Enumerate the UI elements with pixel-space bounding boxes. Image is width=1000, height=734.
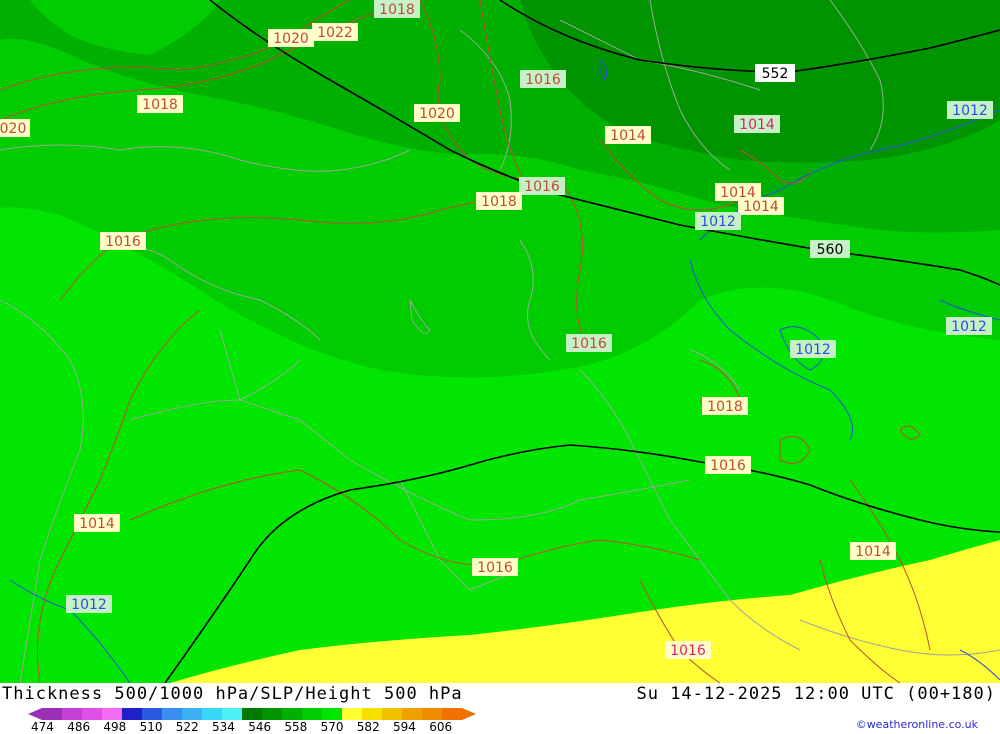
scale-swatch xyxy=(382,708,402,720)
svg-text:1018: 1018 xyxy=(379,2,415,18)
svg-text:1012: 1012 xyxy=(71,597,107,613)
scale-arrow-right xyxy=(462,708,476,720)
scale-label: 474 xyxy=(31,720,54,734)
svg-text:1016: 1016 xyxy=(105,234,141,250)
scale-label: 594 xyxy=(393,720,416,734)
scale-label: 486 xyxy=(67,720,91,734)
svg-text:1016: 1016 xyxy=(670,643,706,659)
svg-text:1012: 1012 xyxy=(951,319,987,335)
svg-text:1018: 1018 xyxy=(142,97,178,113)
svg-text:1018: 1018 xyxy=(481,194,517,210)
forecast-datetime: Su 14-12-2025 12:00 UTC (00+180) xyxy=(636,684,996,704)
slp-label: 1022 xyxy=(312,23,358,41)
weather-map: 1018 1020 1022 1016 1018 1020 020 1014 1… xyxy=(0,0,1000,684)
scale-swatch xyxy=(102,708,122,720)
svg-text:1018: 1018 xyxy=(707,399,743,415)
svg-text:1022: 1022 xyxy=(317,25,353,41)
scale-swatch xyxy=(222,708,242,720)
svg-text:1012: 1012 xyxy=(952,103,988,119)
scale-swatch xyxy=(362,708,382,720)
slp-label: 1018 xyxy=(476,192,522,210)
credit-link[interactable]: ©weatheronline.co.uk xyxy=(856,718,978,731)
svg-text:020: 020 xyxy=(0,121,26,137)
slp-label: 1014 xyxy=(74,514,120,532)
svg-text:1016: 1016 xyxy=(710,458,746,474)
scale-label: 498 xyxy=(103,720,127,734)
height-label: 552 xyxy=(755,64,795,82)
height-label: 560 xyxy=(810,240,850,258)
scale-label: 534 xyxy=(212,720,235,734)
scale-swatch xyxy=(442,708,462,720)
scale-swatch xyxy=(42,708,62,720)
scale-arrow-left xyxy=(28,708,42,720)
svg-text:1016: 1016 xyxy=(524,179,560,195)
slp-label: 1018 xyxy=(137,95,183,113)
scale-swatch xyxy=(322,708,342,720)
slp-low-label: 1012 xyxy=(946,317,992,335)
svg-text:1012: 1012 xyxy=(795,342,831,358)
svg-text:1014: 1014 xyxy=(79,516,115,532)
scale-swatch xyxy=(62,708,82,720)
svg-text:1014: 1014 xyxy=(743,199,779,215)
scale-swatch xyxy=(82,708,102,720)
slp-label: 1016 xyxy=(519,177,565,195)
scale-swatch xyxy=(262,708,282,720)
slp-label: 1016 xyxy=(100,232,146,250)
slp-label: 1016 xyxy=(705,456,751,474)
slp-label: 1016 xyxy=(665,641,711,659)
slp-low-label: 1012 xyxy=(947,101,993,119)
slp-label: 1016 xyxy=(520,70,566,88)
scale-swatch xyxy=(302,708,322,720)
scale-swatch xyxy=(182,708,202,720)
svg-text:1020: 1020 xyxy=(273,31,309,47)
scale-swatch xyxy=(162,708,182,720)
scale-swatch xyxy=(202,708,222,720)
slp-label: 1016 xyxy=(566,334,612,352)
slp-low-label: 1012 xyxy=(66,595,112,613)
svg-text:1016: 1016 xyxy=(571,336,607,352)
svg-text:560: 560 xyxy=(817,242,844,258)
scale-label: 570 xyxy=(320,720,344,734)
scale-label: 522 xyxy=(175,720,199,734)
slp-label: 1018 xyxy=(374,0,420,18)
slp-low-label: 1012 xyxy=(695,212,741,230)
map-canvas: 1018 1020 1022 1016 1018 1020 020 1014 1… xyxy=(0,0,1000,684)
slp-label: 020 xyxy=(0,119,30,137)
scale-swatch xyxy=(282,708,302,720)
scale-swatch xyxy=(242,708,262,720)
slp-label: 1014 xyxy=(605,126,651,144)
svg-text:1020: 1020 xyxy=(419,106,455,122)
svg-text:552: 552 xyxy=(762,66,789,82)
scale-swatch xyxy=(402,708,422,720)
svg-text:1012: 1012 xyxy=(700,214,736,230)
scale-swatch xyxy=(422,708,442,720)
scale-swatch xyxy=(142,708,162,720)
scale-swatch xyxy=(342,708,362,720)
slp-label: 1014 xyxy=(738,197,784,215)
slp-label: 1014 xyxy=(850,542,896,560)
svg-text:1014: 1014 xyxy=(610,128,646,144)
scale-label: 582 xyxy=(356,720,380,734)
svg-text:1014: 1014 xyxy=(739,117,775,133)
slp-label: 1020 xyxy=(414,104,460,122)
scale-label: 606 xyxy=(429,720,453,734)
svg-text:1014: 1014 xyxy=(855,544,891,560)
slp-label: 1014 xyxy=(734,115,780,133)
svg-text:1016: 1016 xyxy=(525,72,561,88)
map-title: Thickness 500/1000 hPa/SLP/Height 500 hP… xyxy=(2,684,463,704)
scale-label: 510 xyxy=(139,720,163,734)
slp-label: 1016 xyxy=(472,558,518,576)
scale-swatch xyxy=(122,708,142,720)
footer: Thickness 500/1000 hPa/SLP/Height 500 hP… xyxy=(0,683,1000,734)
slp-label: 1020 xyxy=(268,29,314,47)
scale-label: 546 xyxy=(248,720,272,734)
slp-label: 1018 xyxy=(702,397,748,415)
scale-label: 558 xyxy=(284,720,308,734)
svg-text:1016: 1016 xyxy=(477,560,513,576)
slp-low-label: 1012 xyxy=(790,340,836,358)
